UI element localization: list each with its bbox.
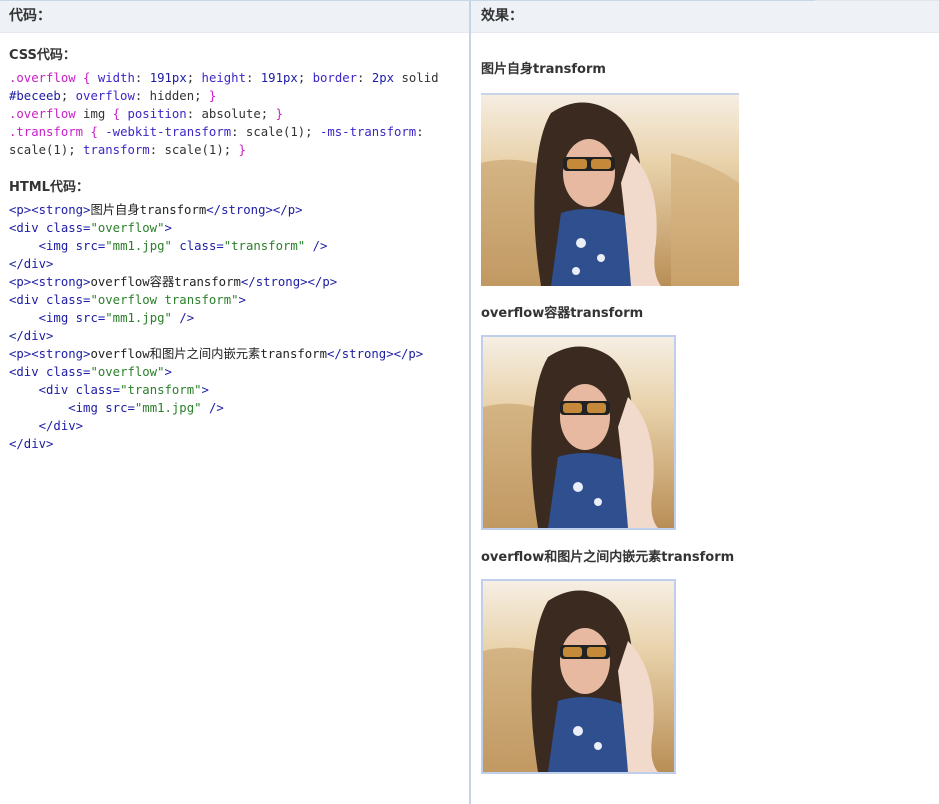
page: 代码： CSS代码： .overflow { width: 191px; hei… xyxy=(0,0,939,804)
photo-of-woman-with-sunglasses-icon xyxy=(483,581,674,772)
demo-title-nested-transform: overflow和图片之间内嵌元素transform xyxy=(481,550,735,565)
code-panel-header: 代码： xyxy=(0,1,469,33)
demo-nested-transform xyxy=(481,579,676,774)
html-code: <p><strong>图片自身transform</strong></p> <d… xyxy=(9,203,424,451)
demo-container-transform xyxy=(481,335,676,530)
css-heading-wrap: CSS代码： xyxy=(9,44,76,63)
photo-of-woman-with-sunglasses-icon xyxy=(483,337,674,528)
html-code-block: <p><strong>图片自身transform</strong></p> <d… xyxy=(9,201,464,453)
css-code-block: .overflow { width: 191px; height: 191px;… xyxy=(9,69,464,159)
photo-of-woman-with-sunglasses-icon xyxy=(481,93,739,286)
html-heading-wrap: HTML代码： xyxy=(9,176,89,195)
demo-title-image-transform: 图片自身transform xyxy=(481,62,606,77)
demo-title-container-transform: overflow容器transform xyxy=(481,306,644,321)
result-panel-header: 效果： xyxy=(471,1,939,33)
code-panel: 代码： CSS代码： .overflow { width: 191px; hei… xyxy=(0,1,469,804)
result-panel: 效果： 图片自身transform overflow容器transform ov… xyxy=(471,1,939,804)
css-code-heading: CSS代码： xyxy=(9,48,76,63)
demo-image-transform xyxy=(481,93,739,286)
css-code: .overflow { width: 191px; height: 191px;… xyxy=(9,71,439,157)
html-code-heading: HTML代码： xyxy=(9,180,89,195)
